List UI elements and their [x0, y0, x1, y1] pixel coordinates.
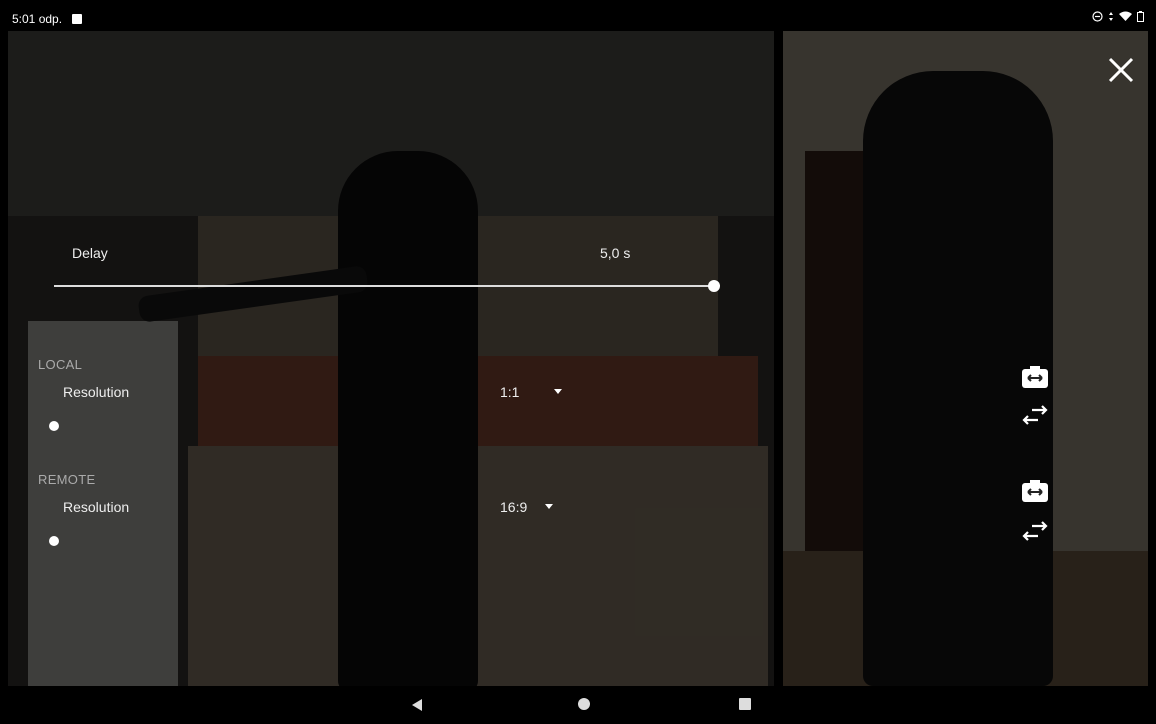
delay-slider-thumb[interactable] [708, 280, 720, 292]
home-circle-icon[interactable] [578, 698, 590, 710]
close-button[interactable] [1106, 55, 1136, 85]
swap-horizontal-icon [1022, 405, 1048, 425]
status-icons [1092, 11, 1144, 22]
delay-slider-track[interactable] [54, 285, 714, 287]
remote-video-feed [783, 31, 1148, 686]
remote-dropdown-arrow-icon[interactable] [545, 504, 553, 509]
delay-label: Delay [72, 245, 108, 261]
delay-value: 5,0 s [600, 245, 631, 261]
remote-resolution-label: Resolution [63, 499, 130, 515]
switch-camera-icon [1022, 366, 1048, 388]
swap-horizontal-icon [1022, 521, 1048, 541]
status-bar: 5:01 odp. [8, 8, 1148, 30]
swap-feeds-button-local[interactable] [1018, 400, 1052, 430]
data-arrows-icon [1109, 12, 1113, 21]
back-triangle-icon[interactable] [412, 699, 422, 711]
wifi-icon [1119, 11, 1132, 21]
status-time: 5:01 odp. [12, 12, 63, 26]
system-nav-bar [8, 686, 1148, 724]
feed-divider [774, 31, 783, 686]
swap-feeds-button-remote[interactable] [1018, 516, 1052, 546]
local-dropdown-arrow-icon[interactable] [554, 389, 562, 394]
battery-icon [1137, 11, 1144, 22]
image-notification-icon [72, 14, 83, 24]
remote-toggle-dot[interactable] [49, 536, 59, 546]
settings-dim-overlay [8, 31, 774, 686]
switch-camera-button-remote[interactable] [1018, 476, 1052, 506]
local-video-feed [8, 31, 774, 686]
close-icon [1108, 57, 1134, 83]
switch-camera-button-local[interactable] [1018, 362, 1052, 392]
local-section-header: LOCAL [38, 357, 83, 372]
remote-resolution-dropdown[interactable]: 16:9 [500, 499, 527, 515]
remote-section-header: REMOTE [38, 472, 96, 487]
local-toggle-dot[interactable] [49, 421, 59, 431]
recents-square-icon[interactable] [739, 698, 751, 710]
remote-dim-overlay [783, 31, 1148, 686]
local-resolution-label: Resolution [63, 384, 130, 400]
do-not-disturb-icon [1092, 11, 1103, 22]
switch-camera-icon [1022, 480, 1048, 502]
local-resolution-dropdown[interactable]: 1:1 [500, 384, 519, 400]
